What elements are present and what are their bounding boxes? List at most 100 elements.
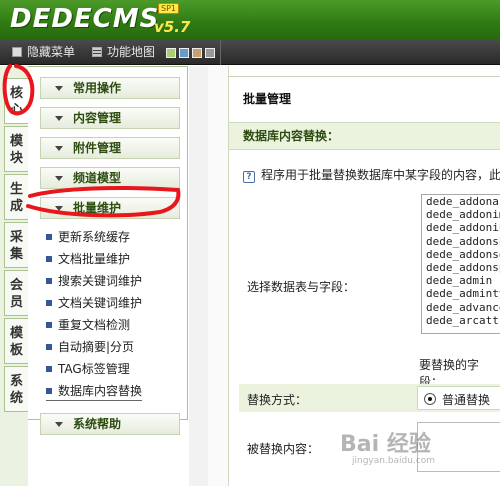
menu-item-batch-docs[interactable]: 文档批量维护 xyxy=(46,249,130,269)
section-heading: 数据库内容替换： xyxy=(229,122,500,150)
menu-item-doc-keywords[interactable]: 文档关键词维护 xyxy=(46,293,142,313)
menu-item-label: TAG标签管理 xyxy=(58,362,130,376)
page-title: 批量管理 xyxy=(243,92,292,106)
skin-brown-swatch[interactable] xyxy=(192,48,202,58)
hide-menu-icon xyxy=(12,47,22,57)
bullet-icon xyxy=(46,322,52,328)
normal-replace-radio[interactable] xyxy=(424,393,436,405)
table-option[interactable]: dede_addonspec xyxy=(422,261,500,274)
skin-blue-swatch[interactable] xyxy=(179,48,189,58)
tab-collect[interactable]: 采集 xyxy=(4,222,28,268)
bullet-icon xyxy=(46,344,52,350)
normal-replace-label: 普通替换 xyxy=(442,393,491,407)
table-option[interactable]: dede_admin xyxy=(422,274,500,287)
table-option[interactable]: dede_arcatt xyxy=(422,314,500,327)
menu-item-label: 文档关键词维护 xyxy=(58,296,143,310)
menu-item-tag-manage[interactable]: TAG标签管理 xyxy=(46,359,130,379)
menu-category-help[interactable]: 系统帮助 xyxy=(40,413,180,435)
bullet-icon xyxy=(46,278,52,284)
chevron-down-icon xyxy=(55,176,63,181)
divider xyxy=(229,76,500,77)
menu-category-label: 内容管理 xyxy=(73,111,122,125)
replace-mode-row: 替换方式： 普通替换 xyxy=(239,384,500,412)
select-table-label: 选择数据表与字段： xyxy=(247,280,356,294)
tab-templates-label: 模板 xyxy=(9,326,23,358)
menu-category-label: 系统帮助 xyxy=(73,417,122,431)
menu-item-auto-summary[interactable]: 自动摘要|分页 xyxy=(46,337,134,357)
main-content: 批量管理 数据库内容替换： ? 程序用于批量替换数据库中某字段的内容，此 选择数据… xyxy=(228,66,500,486)
chevron-down-icon xyxy=(55,86,63,91)
table-option[interactable]: dede_admintype xyxy=(422,287,500,300)
help-text-row: ? 程序用于批量替换数据库中某字段的内容，此 xyxy=(243,166,500,183)
replace-mode-label: 替换方式： xyxy=(247,393,308,407)
menu-item-label: 搜索关键词维护 xyxy=(58,274,143,288)
tab-generate-label: 生成 xyxy=(9,182,23,214)
table-field-listbox[interactable]: dede_addonarticle dede_addonimages dede_… xyxy=(421,194,500,334)
menu-category-batch[interactable]: 批量维护 xyxy=(40,197,180,219)
menu-category-label: 频道模型 xyxy=(73,171,122,185)
tab-members[interactable]: 会员 xyxy=(4,270,28,316)
hide-menu-label: 隐藏菜单 xyxy=(27,45,76,59)
menu-item-label: 重复文档检测 xyxy=(58,318,131,332)
table-option[interactable]: dede_advancedsearch xyxy=(422,301,500,314)
bullet-icon xyxy=(46,388,52,394)
watermark-url: jingyan.baidu.com xyxy=(352,456,436,466)
menu-category-attachments[interactable]: 附件管理 xyxy=(40,137,180,159)
tab-core[interactable]: 核心 xyxy=(4,78,28,124)
site-map-icon xyxy=(92,47,102,57)
chevron-down-icon xyxy=(55,116,63,121)
menu-category-label: 常用操作 xyxy=(73,81,122,95)
hide-menu-button[interactable]: 隐藏菜单 xyxy=(12,43,75,61)
baidu-watermark: Bai 经验 jingyan.baidu.com xyxy=(340,426,435,466)
site-map-label: 功能地图 xyxy=(107,45,156,59)
site-map-button[interactable]: 功能地图 xyxy=(92,43,155,61)
bullet-icon xyxy=(46,234,52,240)
toolbar-divider xyxy=(220,40,221,65)
side-menu: 常用操作 内容管理 附件管理 频道模型 批量维护 更新系统缓存 文档批量维护 搜… xyxy=(28,66,188,435)
app-header: DEDECMS SP1 v5.7 xyxy=(0,0,500,40)
menu-category-common[interactable]: 常用操作 xyxy=(40,77,180,99)
menu-item-db-replace[interactable]: 数据库内容替换 xyxy=(46,381,143,401)
menu-item-label: 自动摘要|分页 xyxy=(58,340,135,354)
menu-item-label: 文档批量维护 xyxy=(58,252,131,266)
skin-green-swatch[interactable] xyxy=(166,48,176,58)
table-option[interactable]: dede_addonimages xyxy=(422,208,500,221)
menu-item-label: 更新系统缓存 xyxy=(58,230,131,244)
menu-item-label: 数据库内容替换 xyxy=(58,384,143,398)
dedecms-logo: DEDECMS xyxy=(10,4,160,34)
tab-system-label: 系统 xyxy=(9,374,23,406)
menu-category-label: 附件管理 xyxy=(73,141,122,155)
menu-category-content[interactable]: 内容管理 xyxy=(40,107,180,129)
tab-modules[interactable]: 模块 xyxy=(4,126,28,172)
replace-from-label: 被替换内容： xyxy=(247,442,320,456)
version-label: v5.7 xyxy=(154,18,191,36)
tab-generate[interactable]: 生成 xyxy=(4,174,28,220)
table-option[interactable]: dede_addonshop xyxy=(422,235,500,248)
help-text: 程序用于批量替换数据库中某字段的内容，此 xyxy=(261,168,500,182)
watermark-text: Bai 经验 xyxy=(340,432,431,457)
tab-core-label: 核心 xyxy=(9,86,23,118)
tab-modules-label: 模块 xyxy=(9,134,23,166)
replace-mode-options: 普通替换 xyxy=(417,386,500,410)
tab-templates[interactable]: 模板 xyxy=(4,318,28,364)
menu-scroll-strip xyxy=(189,66,208,486)
tab-system[interactable]: 系统 xyxy=(4,366,28,412)
table-option[interactable]: dede_addoninfos xyxy=(422,221,500,234)
menu-item-search-keywords[interactable]: 搜索关键词维护 xyxy=(46,271,142,291)
table-option[interactable]: dede_addonsoft xyxy=(422,248,500,261)
menu-item-update-cache[interactable]: 更新系统缓存 xyxy=(46,227,130,247)
chevron-down-icon xyxy=(55,422,63,427)
menu-item-duplicate-check[interactable]: 重复文档检测 xyxy=(46,315,130,335)
skin-gray-swatch[interactable] xyxy=(205,48,215,58)
bullet-icon xyxy=(46,300,52,306)
bullet-icon xyxy=(46,366,52,372)
menu-category-channel-model[interactable]: 频道模型 xyxy=(40,167,180,189)
top-toolbar: 隐藏菜单 功能地图 xyxy=(0,40,500,65)
help-icon: ? xyxy=(243,171,255,183)
module-tabs: 核心 模块 生成 采集 会员 模板 系统 xyxy=(0,66,28,486)
sp-badge: SP1 xyxy=(158,3,179,14)
tab-collect-label: 采集 xyxy=(9,230,23,262)
table-option[interactable]: dede_addonarticle xyxy=(422,195,500,208)
menu-category-label: 批量维护 xyxy=(73,201,122,215)
chevron-down-icon xyxy=(55,146,63,151)
